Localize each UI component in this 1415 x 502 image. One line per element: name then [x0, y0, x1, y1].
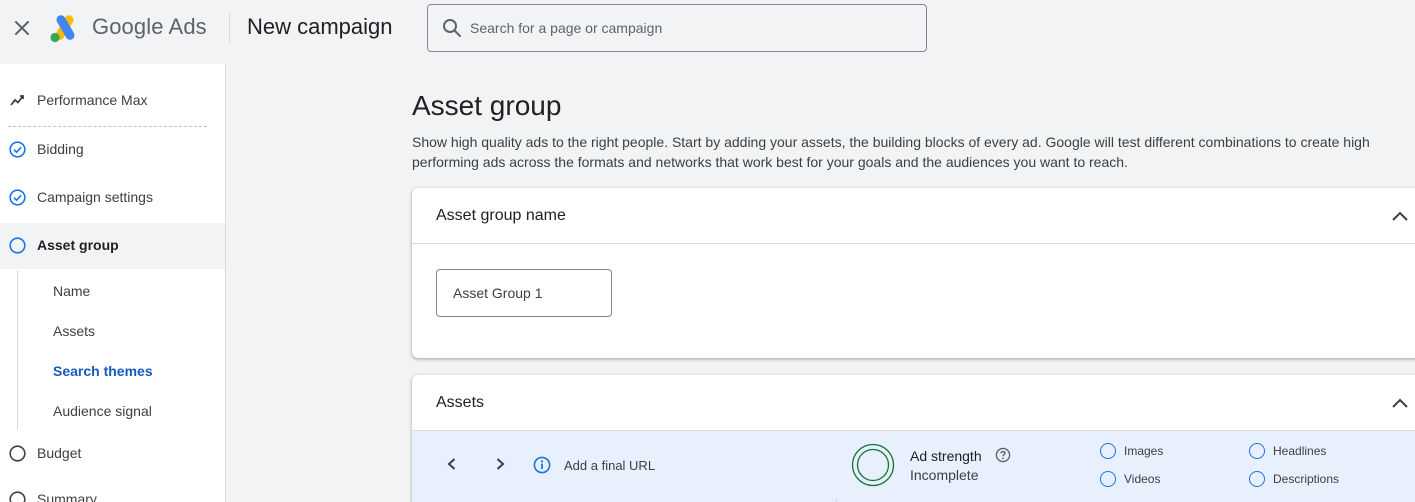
sidebar-item-label: Summary: [37, 491, 97, 502]
section-description: Show high quality ads to the right peopl…: [412, 134, 1370, 170]
brand-name: Google Ads: [92, 14, 207, 39]
sidebar-item-label: Bidding: [37, 141, 84, 157]
section-title: Asset group: [412, 90, 562, 121]
card-title: Asset group name: [436, 207, 566, 224]
header-divider: [229, 13, 230, 43]
sidebar: Performance Max Bidding Campaign setting…: [0, 64, 226, 502]
sidebar-subitem-search-themes[interactable]: Search themes: [53, 363, 153, 379]
sidebar-item-performance-max[interactable]: Performance Max: [0, 78, 225, 124]
sidebar-item-campaign-settings[interactable]: Campaign settings: [0, 175, 225, 221]
sub-nav-line: [17, 270, 18, 430]
ad-strength-label: Ad strength: [910, 448, 982, 464]
next-button[interactable]: [489, 453, 511, 475]
asset-group-name-field[interactable]: [436, 269, 612, 317]
empty-circle-icon: [1249, 471, 1265, 487]
sidebar-item-budget[interactable]: Budget: [0, 431, 225, 477]
ad-strength-status: Incomplete: [910, 467, 979, 483]
requirement-label: Images: [1124, 444, 1164, 458]
previous-button[interactable]: [441, 453, 463, 475]
top-bar: Google Ads New campaign: [0, 0, 1415, 64]
card-header[interactable]: Assets: [412, 375, 1415, 431]
empty-circle-icon: [9, 237, 26, 254]
page-title: New campaign: [247, 14, 393, 39]
search-icon: [443, 19, 461, 37]
empty-circle-icon: [1100, 443, 1116, 459]
requirement-label: Videos: [1124, 472, 1161, 486]
campaign-type-icon: [10, 95, 24, 106]
asset-group-name-card: Asset group name: [412, 188, 1415, 358]
chevron-right-icon: [496, 458, 505, 470]
empty-circle-icon: [9, 445, 26, 462]
assets-card: Assets Add a final URL Ad strength Incom…: [412, 375, 1415, 502]
ad-strength-ring: [851, 443, 895, 487]
sidebar-item-label: Performance Max: [37, 92, 148, 108]
requirement-label: Headlines: [1273, 444, 1327, 458]
check-circle-icon: [9, 189, 26, 206]
help-icon[interactable]: [995, 447, 1011, 463]
sidebar-subitem-name[interactable]: Name: [53, 283, 90, 299]
chevron-up-icon[interactable]: [1390, 393, 1410, 413]
sidebar-subitem-audience-signal[interactable]: Audience signal: [53, 403, 152, 419]
chevron-up-icon[interactable]: [1390, 206, 1410, 226]
close-icon: [15, 21, 29, 35]
card-title: Assets: [436, 394, 485, 411]
sidebar-item-summary[interactable]: Summary: [0, 477, 225, 502]
card-header[interactable]: Asset group name: [412, 188, 1415, 244]
close-button[interactable]: [8, 14, 36, 42]
assets-status-bar: Add a final URL Ad strength Incomplete I…: [412, 431, 1415, 502]
sidebar-item-label: Campaign settings: [37, 189, 153, 205]
sidebar-item-asset-group[interactable]: Asset group: [0, 223, 225, 269]
empty-circle-icon: [1100, 471, 1116, 487]
sidebar-item-label: Asset group: [37, 237, 119, 253]
requirement-label: Descriptions: [1273, 472, 1340, 486]
search-box[interactable]: [427, 4, 927, 52]
search-input[interactable]: [470, 5, 910, 51]
sidebar-item-label: Budget: [37, 445, 82, 461]
chevron-left-icon: [447, 458, 456, 470]
empty-circle-icon: [1249, 443, 1265, 459]
info-icon: [533, 456, 551, 474]
google-ads-logo: [50, 15, 75, 43]
add-final-url-link[interactable]: Add a final URL: [564, 458, 655, 473]
check-circle-icon: [9, 141, 26, 158]
sidebar-item-bidding[interactable]: Bidding: [0, 127, 225, 173]
empty-circle-icon: [9, 491, 26, 502]
sidebar-subitem-assets[interactable]: Assets: [53, 323, 95, 339]
